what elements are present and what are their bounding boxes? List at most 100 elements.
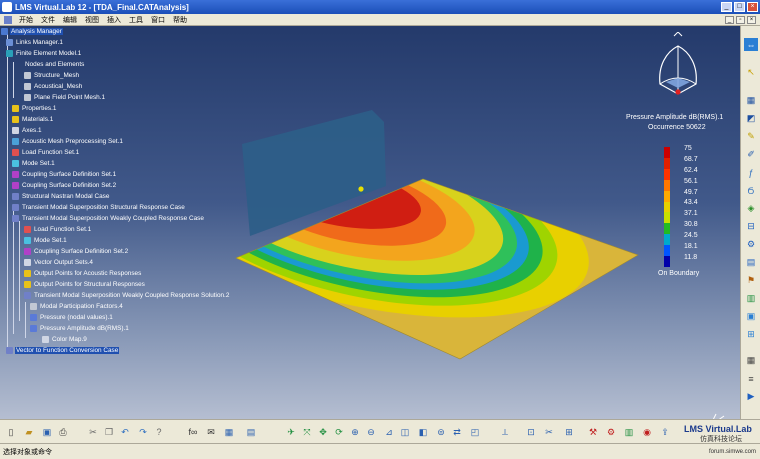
comment-icon[interactable]: ✉	[204, 425, 218, 439]
function-icon[interactable]: ƒ	[744, 166, 758, 179]
tree-coupled-response-case[interactable]: Transient Modal Superposition Weakly Cou…	[12, 214, 205, 223]
sheet-icon[interactable]: ▤	[244, 425, 258, 439]
mesh-tool-icon[interactable]: ◩	[744, 112, 758, 125]
minimize-button[interactable]: _	[721, 2, 732, 12]
title-bar: LMS Virtual.Lab 12 - [TDA_Final.CATAnaly…	[0, 0, 760, 14]
list-icon[interactable]: ≡	[744, 372, 758, 385]
formula-icon[interactable]: f∞	[186, 425, 200, 439]
tree-coupling-set-2[interactable]: Coupling Surface Definition Set.2	[12, 181, 117, 190]
3d-viewport[interactable]: Analysis Manager Links Manager.1 Finite …	[0, 26, 740, 419]
save-icon[interactable]: ▣	[40, 425, 54, 439]
tree-mode-set[interactable]: Mode Set.1	[12, 159, 56, 168]
fly-icon[interactable]: ✈	[284, 425, 298, 439]
layout-icon[interactable]: ⊞	[744, 328, 758, 341]
tree-response-solution[interactable]: Transient Modal Superposition Weakly Cou…	[24, 291, 230, 300]
doc-close-button[interactable]: ×	[747, 15, 756, 24]
postprocess-icon[interactable]: ⚑	[744, 274, 758, 287]
image-icon[interactable]: ▣	[744, 310, 758, 323]
menu-help[interactable]: 帮助	[169, 15, 191, 25]
acoustics-icon[interactable]: ▦	[744, 94, 758, 107]
menu-file[interactable]: 文件	[37, 15, 59, 25]
menu-window[interactable]: 窗口	[147, 15, 169, 25]
clip-icon[interactable]: ✂	[542, 425, 556, 439]
open-icon[interactable]: ▰	[22, 425, 36, 439]
tree-field-point-mesh[interactable]: Plane Field Point Mesh.1	[24, 93, 106, 102]
zoom-in-icon[interactable]: ⊕	[348, 425, 362, 439]
compute-icon[interactable]: ⚙	[744, 238, 758, 251]
doc-minimize-button[interactable]: _	[725, 15, 734, 24]
tree-vector-conversion-case[interactable]: Vector to Function Conversion Case	[6, 346, 120, 355]
rotate-icon[interactable]: ⟳	[332, 425, 346, 439]
tree-nastran-modal-case[interactable]: Structural Nastran Modal Case	[12, 192, 110, 201]
tree-materials[interactable]: Materials.1	[12, 115, 54, 124]
animate-icon[interactable]: ▶	[744, 390, 758, 403]
maximize-button[interactable]: □	[734, 2, 745, 12]
help-icon[interactable]: ?	[152, 425, 166, 439]
case-tool-icon[interactable]: ◈	[744, 202, 758, 215]
select-icon[interactable]: ↖	[744, 66, 758, 79]
menu-edit[interactable]: 编辑	[59, 15, 81, 25]
doc-restore-button[interactable]: ▫	[736, 15, 745, 24]
tree-nodes-elements[interactable]: Nodes and Elements	[24, 60, 85, 69]
normal-view-icon[interactable]: ⊿	[382, 425, 396, 439]
tree-structural-response-case[interactable]: Transient Modal Superposition Structural…	[12, 203, 186, 212]
workbench-icon[interactable]: ⇔	[744, 38, 758, 51]
tree-pressure-amplitude[interactable]: Pressure Amplitude dB(RMS).1	[30, 324, 130, 333]
zoom-out-icon[interactable]: ⊖	[364, 425, 378, 439]
tree-structure-mesh[interactable]: Structure_Mesh	[24, 71, 80, 80]
menu-view[interactable]: 视图	[81, 15, 103, 25]
tree-acoustical-mesh[interactable]: Acoustical_Mesh	[24, 82, 83, 91]
swap-space-icon[interactable]: ⇄	[450, 425, 464, 439]
tree-properties[interactable]: Properties.1	[12, 104, 57, 113]
tree-case-load-function-set[interactable]: Load Function Set.1	[24, 225, 92, 234]
menu-tools[interactable]: 工具	[125, 15, 147, 25]
print-icon[interactable]: ⎙	[56, 425, 70, 439]
tree-vector-output-sets[interactable]: Vector Output Sets.4	[24, 258, 94, 267]
tree-structural-output-points[interactable]: Output Points for Structural Responses	[24, 280, 146, 289]
measure-icon[interactable]: ⟂	[498, 425, 512, 439]
cut-icon[interactable]: ✂	[86, 425, 100, 439]
tree-pressure-nodal[interactable]: Pressure (nodal values).1	[30, 313, 114, 322]
plot-icon[interactable]: ▥	[622, 425, 636, 439]
menu-start[interactable]: 开始	[15, 15, 37, 25]
render-style-icon[interactable]: ◧	[416, 425, 430, 439]
compass-widget[interactable]	[640, 32, 716, 124]
tree-acoustic-preprocessing[interactable]: Acoustic Mesh Preprocessing Set.1	[12, 137, 124, 146]
grid-icon[interactable]: ▦	[744, 354, 758, 367]
tree-links-manager[interactable]: Links Manager.1	[6, 38, 64, 47]
undo-icon[interactable]: ↶	[118, 425, 132, 439]
tree-analysis-manager[interactable]: Analysis Manager	[1, 27, 63, 36]
video-icon[interactable]: ◉	[640, 425, 654, 439]
copy-icon[interactable]: ❐	[102, 425, 116, 439]
tree-case-mode-set[interactable]: Mode Set.1	[24, 236, 68, 245]
export-icon[interactable]: ⇪	[658, 425, 672, 439]
fit-all-icon[interactable]: ⤧	[300, 425, 314, 439]
close-button[interactable]: ×	[747, 2, 758, 12]
hide-show-icon[interactable]: ⊜	[434, 425, 448, 439]
solve-icon[interactable]: ⚙	[604, 425, 618, 439]
tree-load-function-set[interactable]: Load Function Set.1	[12, 148, 80, 157]
tree-fe-model[interactable]: Finite Element Model.1	[6, 49, 82, 58]
chart-icon[interactable]: ▥	[744, 292, 758, 305]
views-icon[interactable]: ◫	[398, 425, 412, 439]
tree-axes[interactable]: Axes.1	[12, 126, 43, 135]
compute-run-icon[interactable]: ⚒	[586, 425, 600, 439]
tree-participation-factors[interactable]: Modal Participation Factors.4	[30, 302, 124, 311]
analysis-tool-icon[interactable]: ⊞	[562, 425, 576, 439]
edit-icon[interactable]: ✐	[744, 148, 758, 161]
database-icon[interactable]: ⊟	[744, 220, 758, 233]
pan-icon[interactable]: ✥	[316, 425, 330, 439]
tree-color-map[interactable]: Color Map.9	[42, 335, 88, 344]
tree-acoustic-output-points[interactable]: Output Points for Acoustic Responses	[24, 269, 142, 278]
results-icon[interactable]: ▤	[744, 256, 758, 269]
layers-icon[interactable]: ◰	[468, 425, 482, 439]
tree-coupling-set-1[interactable]: Coupling Surface Definition Set.1	[12, 170, 117, 179]
redo-icon[interactable]: ↷	[136, 425, 150, 439]
pen-icon[interactable]: ✎	[744, 130, 758, 143]
tree-case-coupling-set[interactable]: Coupling Surface Definition Set.2	[24, 247, 129, 256]
section-icon[interactable]: ⊡	[524, 425, 538, 439]
menu-insert[interactable]: 插入	[103, 15, 125, 25]
table-icon[interactable]: ▦	[222, 425, 236, 439]
new-icon[interactable]: ▯	[4, 425, 18, 439]
curve-icon[interactable]: Ϭ	[744, 184, 758, 197]
